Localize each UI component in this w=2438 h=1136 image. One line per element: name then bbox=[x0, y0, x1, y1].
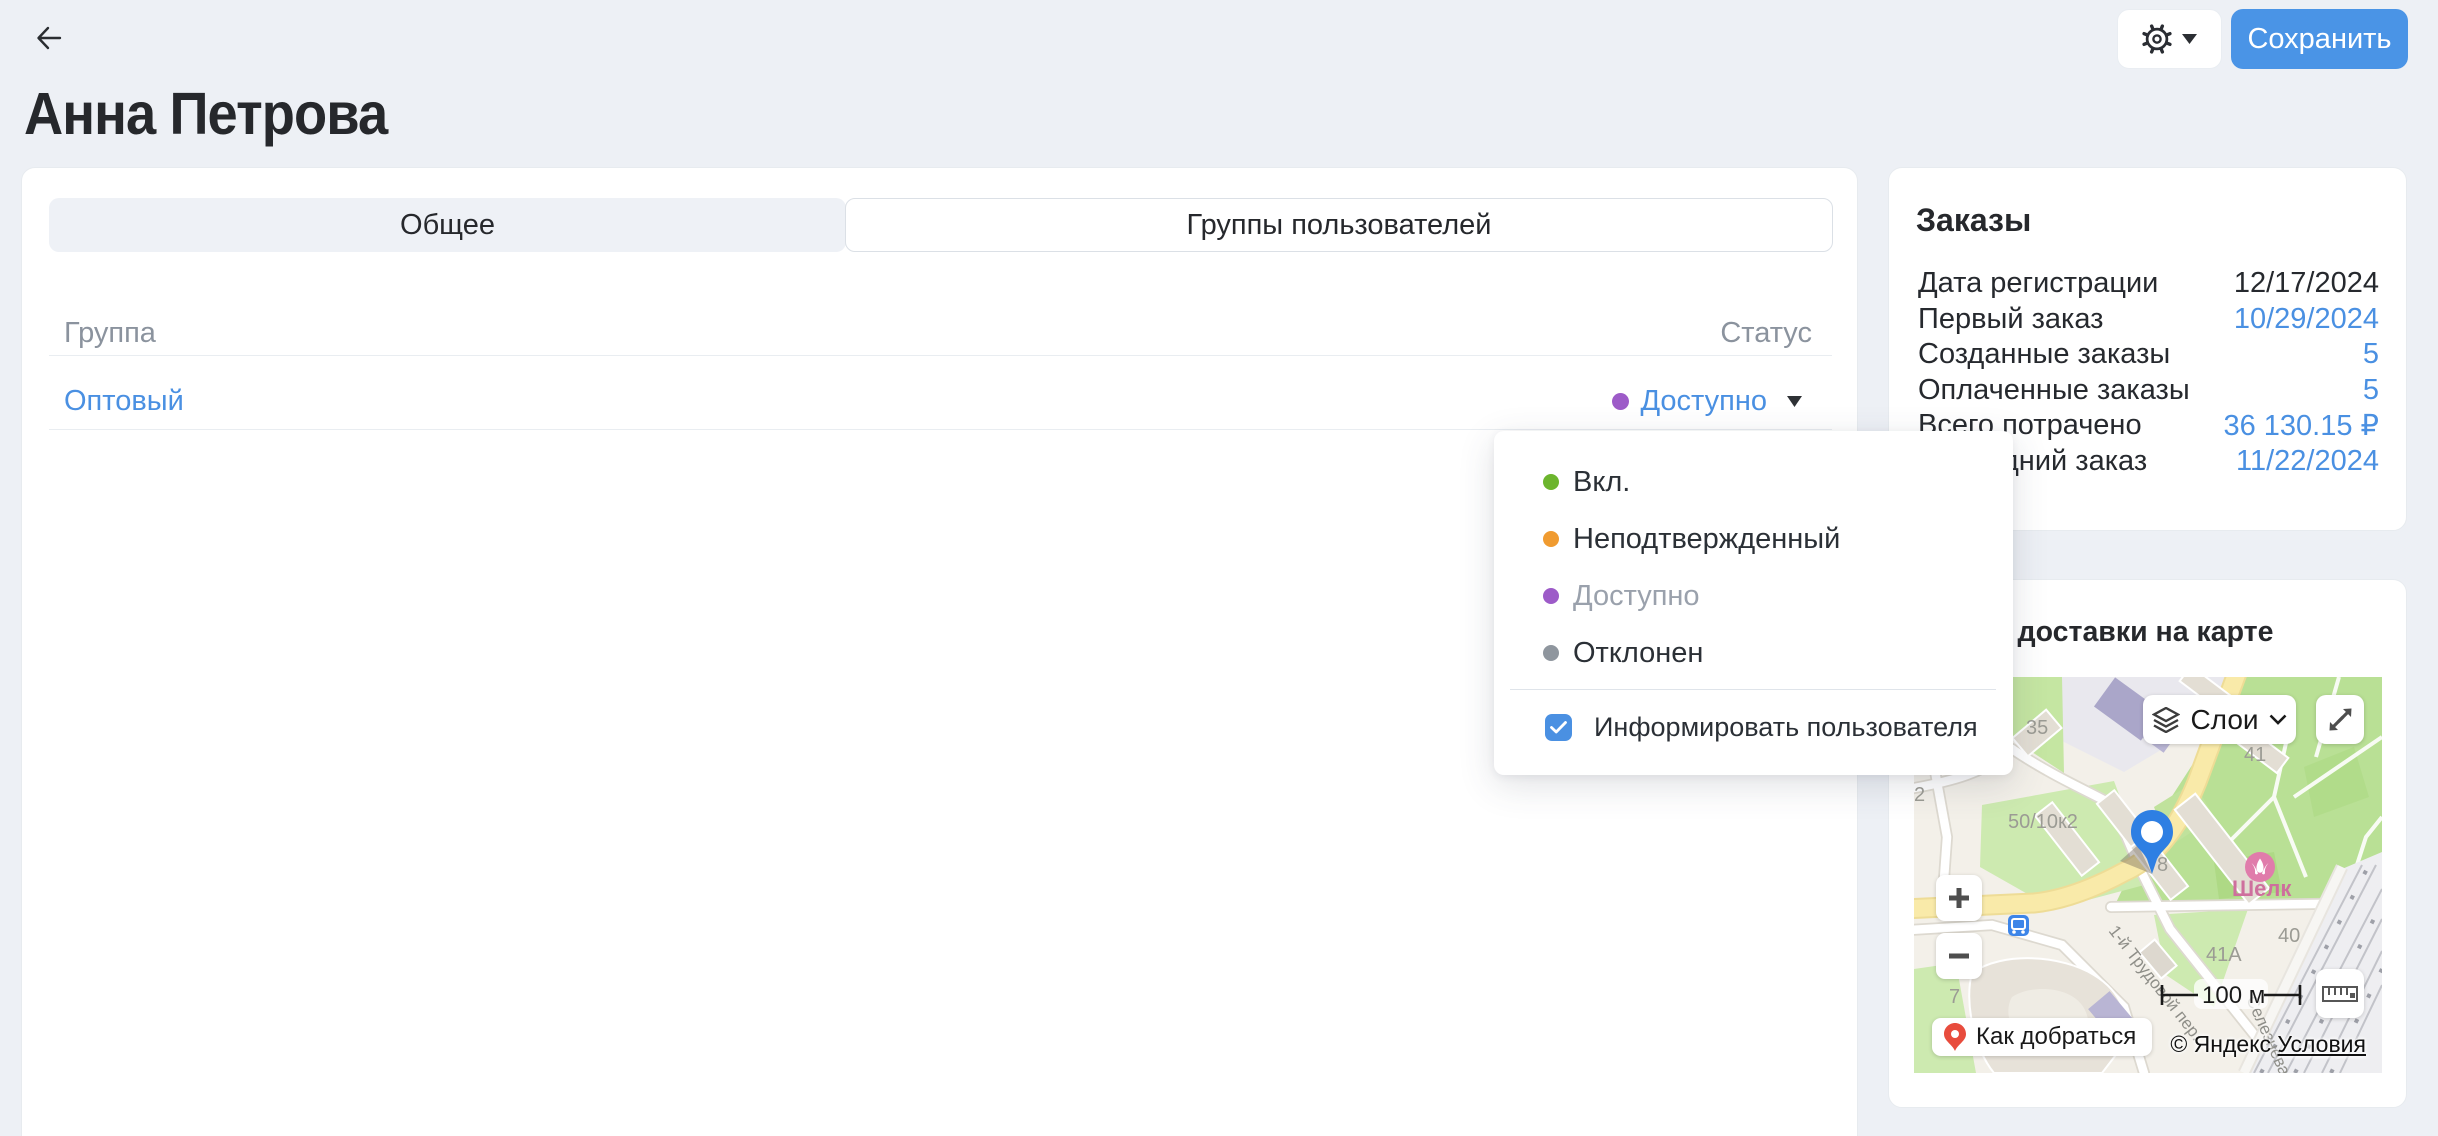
svg-text:40: 40 bbox=[2278, 925, 2300, 947]
svg-text:Шелк: Шелк bbox=[2232, 876, 2292, 901]
svg-text:50/10к2: 50/10к2 bbox=[2008, 811, 2078, 833]
svg-text:2: 2 bbox=[1914, 784, 1925, 806]
svg-text:7: 7 bbox=[1949, 986, 1960, 1008]
svg-text:35: 35 bbox=[2026, 717, 2048, 739]
svg-text:41А: 41А bbox=[2206, 944, 2242, 966]
svg-text:8: 8 bbox=[2157, 854, 2168, 876]
svg-text:100 м: 100 м bbox=[2202, 982, 2265, 1009]
svg-text:41: 41 bbox=[2244, 744, 2266, 766]
